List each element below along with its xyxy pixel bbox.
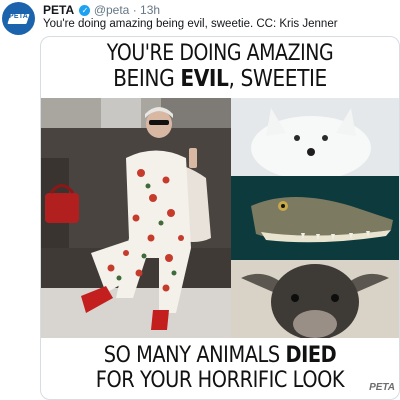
- headline-line-2-bold: EVIL: [180, 64, 229, 92]
- author-handle[interactable]: @peta: [94, 3, 130, 17]
- author-name[interactable]: PETA: [43, 3, 74, 17]
- headline-line-3-bold: DIED: [285, 342, 337, 368]
- headline-line-2: BEING EVIL, SWEETIE: [66, 64, 374, 92]
- tweet-meta: PETA ✓ @peta · 13h: [43, 3, 160, 17]
- crocodile-photo: [231, 176, 399, 260]
- headline-line-2-pre: BEING: [113, 64, 181, 92]
- woman-in-floral-suit-photo: [41, 98, 231, 338]
- avatar-logo-text: PETA: [9, 13, 28, 20]
- calf-photo: [231, 260, 399, 338]
- headline-line-3-pre: SO MANY ANIMALS: [103, 342, 286, 368]
- headline-line-3: SO MANY ANIMALS DIED: [66, 342, 374, 368]
- headline-line-2-post: , SWEETIE: [228, 64, 327, 92]
- tweet-media-image[interactable]: YOU'RE DOING AMAZING BEING EVIL, SWEETIE: [40, 36, 400, 400]
- tweet-text: You're doing amazing being evil, sweetie…: [43, 18, 338, 30]
- headline-line-4: FOR YOUR HORRIFIC LOOK: [95, 367, 345, 393]
- tweet-header: PETA PETA ✓ @peta · 13h You're doing ama…: [0, 0, 400, 40]
- verified-badge-icon: ✓: [79, 5, 91, 16]
- avatar[interactable]: PETA: [2, 2, 35, 35]
- peta-watermark: PETA: [369, 382, 395, 393]
- tweet-timestamp[interactable]: 13h: [140, 3, 160, 17]
- headline-line-1: YOU'RE DOING AMAZING: [106, 41, 334, 66]
- arctic-fox-photo: [231, 98, 399, 176]
- meta-separator: ·: [132, 3, 137, 17]
